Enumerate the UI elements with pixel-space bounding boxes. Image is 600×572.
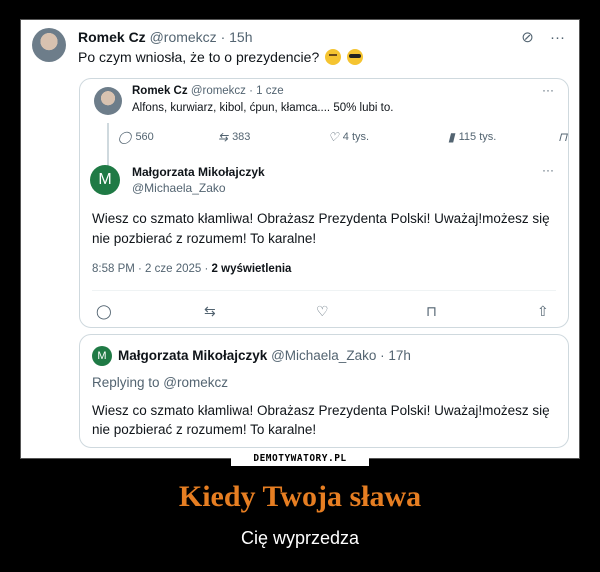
share-icon[interactable]: ⇧: [537, 303, 549, 320]
sunglasses-face-icon: [347, 49, 364, 65]
heart-icon: ♡: [328, 130, 339, 144]
reply-text: Wiesz co szmato kłamliwa! Obrażasz Prezy…: [92, 211, 550, 246]
author-name[interactable]: Romek Cz: [78, 29, 146, 45]
avatar[interactable]: [94, 87, 122, 115]
reply2-text: Wiesz co szmato kłamliwa! Obrażasz Prezy…: [92, 403, 550, 437]
reply-author-name[interactable]: Małgorzata Mikołajczyk: [132, 165, 265, 179]
more-icon[interactable]: ···: [542, 83, 554, 97]
tweet-top-icons: ⊘ ···: [509, 28, 565, 46]
like-stat[interactable]: ♡ 4 tys.: [328, 130, 369, 144]
tweet-time[interactable]: · 15h: [221, 29, 253, 45]
caption-subtitle: Cię wyprzedza: [240, 528, 360, 548]
quoted-header: Romek Cz @romekcz · 1 cze: [132, 85, 284, 97]
author-handle[interactable]: @romekcz: [150, 29, 217, 45]
repost-icon: ⇆: [218, 130, 229, 144]
quoted-text: Alfons, kurwiarz, kibol, ćpun, kłamca...…: [132, 102, 394, 114]
watermark: DEMOTYWATORY.PL: [231, 452, 369, 466]
views-count: 2 wyświetlenia: [211, 263, 292, 275]
views-stat[interactable]: ▮ 115 tys.: [448, 130, 496, 144]
avatar[interactable]: M: [90, 165, 120, 195]
bookmark-icon[interactable]: ⊓: [558, 130, 567, 144]
replying-to[interactable]: Replying to @romekcz: [92, 375, 228, 390]
more-icon[interactable]: ···: [542, 163, 554, 177]
avatar[interactable]: M: [92, 346, 112, 366]
reply-icon[interactable]: ◯: [96, 303, 112, 320]
reply-stat[interactable]: ◯ 560: [118, 130, 154, 144]
divider: [92, 290, 556, 291]
views-icon: ▮: [448, 130, 455, 144]
quoted-author-handle[interactable]: @romekcz: [191, 85, 246, 97]
quoted-time[interactable]: · 1 cze: [249, 85, 284, 97]
tweet-text: Po czym wniosła, że to o prezydencie?: [78, 49, 364, 65]
screenshot-frame: Romek Cz @romekcz · 15h Po czym wniosła,…: [20, 19, 580, 459]
no-notifications-icon[interactable]: ⊘: [521, 29, 534, 46]
timestamp-text[interactable]: 8:58 PM · 2 cze 2025 ·: [92, 263, 212, 275]
bookmark-icon[interactable]: ⊓: [426, 303, 437, 320]
heart-icon[interactable]: ♡: [316, 303, 329, 320]
reply2-time[interactable]: · 17h: [380, 348, 411, 363]
quoted-author-name[interactable]: Romek Cz: [132, 85, 188, 97]
reply2-header: Małgorzata Mikołajczyk @Michaela_Zako · …: [118, 348, 411, 363]
tweet-header: Romek Cz @romekcz · 15h: [78, 29, 253, 45]
avatar[interactable]: [32, 28, 66, 62]
repost-stat[interactable]: ⇆ 383: [218, 130, 250, 144]
repost-icon[interactable]: ⇆: [204, 303, 216, 320]
quoted-thread-card[interactable]: Romek Cz @romekcz · 1 cze ··· Alfons, ku…: [79, 78, 569, 328]
tweet-text-content: Po czym wniosła, że to o prezydencie?: [78, 49, 320, 65]
reply-author-handle[interactable]: @Michaela_Zako: [132, 181, 226, 195]
thread-line: [107, 123, 109, 167]
reply-card[interactable]: M Małgorzata Mikołajczyk @Michaela_Zako …: [79, 334, 569, 448]
reply2-author-handle[interactable]: @Michaela_Zako: [271, 348, 376, 363]
reply-icon: ◯: [118, 130, 132, 144]
more-icon[interactable]: ···: [550, 29, 565, 46]
caption-title: Kiedy Twoja sława: [178, 480, 422, 513]
reply-timestamp: 8:58 PM · 2 cze 2025 · 2 wyświetlenia: [92, 263, 291, 275]
reply-action-bar: ◯ ⇆ ♡ ⊓ ⇧: [80, 303, 568, 321]
thinking-face-icon: [325, 49, 342, 65]
reply2-author-name[interactable]: Małgorzata Mikołajczyk: [118, 348, 267, 363]
